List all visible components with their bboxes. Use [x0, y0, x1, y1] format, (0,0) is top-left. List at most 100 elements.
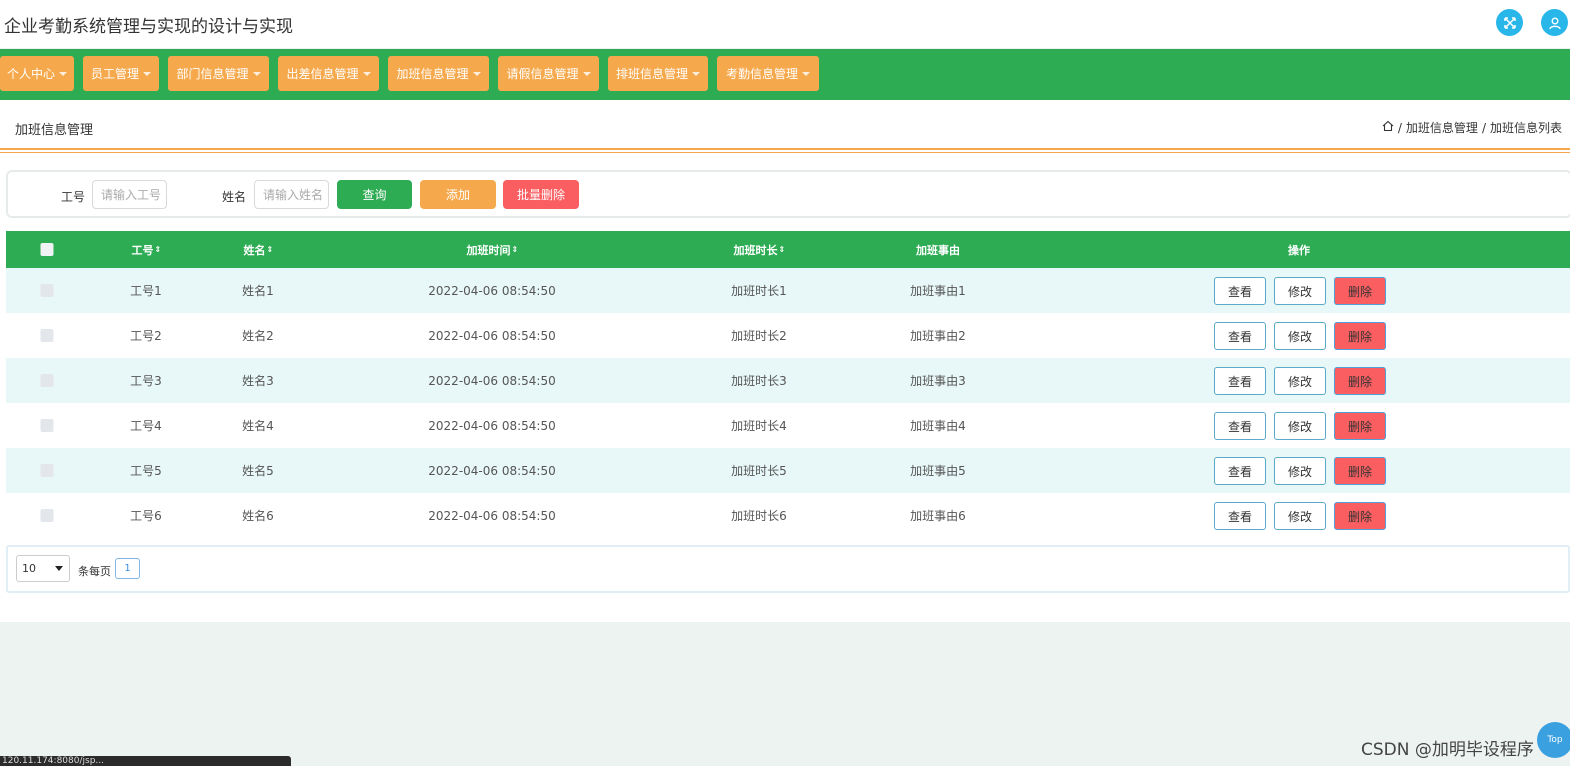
search-form: 工号 姓名 查询 添加 批量删除	[6, 170, 1570, 218]
cell-overtime-reason: 加班事由6	[910, 509, 966, 523]
delete-button[interactable]: 删除	[1334, 277, 1386, 305]
cell-overtime-reason: 加班事由1	[910, 284, 966, 298]
table-row: 工号6 姓名6 2022-04-06 08:54:50 加班时长6 加班事由6 …	[6, 493, 1570, 538]
col-overtime-duration[interactable]: 加班时长 ⇕	[734, 231, 786, 268]
cell-name: 姓名3	[242, 374, 274, 388]
cell-overtime-duration: 加班时长2	[731, 329, 787, 343]
nav-item-schedule-management[interactable]: 排班信息管理	[608, 56, 708, 91]
nav-item-label: 部门信息管理	[176, 67, 249, 81]
cell-employee-id: 工号2	[130, 329, 162, 343]
cell-employee-id: 工号6	[130, 509, 162, 523]
batch-delete-button[interactable]: 批量删除	[503, 180, 579, 209]
status-bar-url: 120.11.174:8080/jsp...	[0, 756, 291, 766]
col-name[interactable]: 姓名 ⇕	[244, 231, 274, 268]
cell-name: 姓名6	[242, 509, 274, 523]
nav-item-department-management[interactable]: 部门信息管理	[168, 56, 269, 91]
cell-overtime-duration: 加班时长5	[731, 464, 787, 478]
nav-item-attendance-management[interactable]: 考勤信息管理	[717, 56, 819, 91]
view-button[interactable]: 查看	[1214, 502, 1266, 530]
cell-overtime-reason: 加班事由5	[910, 464, 966, 478]
col-overtime-time[interactable]: 加班时间 ⇕	[466, 231, 519, 268]
table-row: 工号1 姓名1 2022-04-06 08:54:50 加班时长1 加班事由1 …	[6, 268, 1570, 313]
delete-button[interactable]: 删除	[1334, 502, 1386, 530]
row-checkbox[interactable]	[40, 358, 54, 403]
top-bar: 企业考勤系统管理与实现的设计与实现	[0, 0, 1570, 48]
cell-name: 姓名2	[242, 329, 274, 343]
watermark: CSDN @加明毕设程序	[1361, 740, 1534, 760]
page-size-value: 10	[22, 562, 36, 575]
per-page-label: 条每页	[78, 565, 111, 578]
delete-button[interactable]: 删除	[1334, 322, 1386, 350]
view-button[interactable]: 查看	[1214, 412, 1266, 440]
main-content: 加班信息管理 / 加班信息管理 / 加班信息列表 工号 姓名 查询 添加 批量删…	[0, 100, 1570, 622]
nav-item-employee-management[interactable]: 员工管理	[83, 56, 159, 91]
row-checkbox[interactable]	[40, 403, 54, 448]
delete-button[interactable]: 删除	[1334, 412, 1386, 440]
chevron-down-icon	[55, 566, 63, 571]
employee-id-label: 工号	[61, 190, 86, 204]
col-label: 加班时间	[466, 243, 511, 257]
edit-button[interactable]: 修改	[1274, 457, 1326, 485]
header-divider	[0, 152, 1570, 153]
sort-icon: ⇕	[511, 245, 519, 254]
name-input[interactable]	[254, 180, 329, 209]
cell-name: 姓名1	[242, 284, 274, 298]
cell-name: 姓名5	[242, 464, 274, 478]
fullscreen-icon[interactable]	[1496, 9, 1523, 36]
row-checkbox[interactable]	[40, 493, 54, 538]
edit-button[interactable]: 修改	[1274, 502, 1326, 530]
row-checkbox[interactable]	[40, 268, 54, 313]
main-nav: 个人中心 员工管理 部门信息管理 出差信息管理 加班信息管理 请假信息管理 排班…	[0, 49, 1570, 100]
table-row: 工号4 姓名4 2022-04-06 08:54:50 加班时长4 加班事由4 …	[6, 403, 1570, 448]
breadcrumb-level1[interactable]: 加班信息管理	[1406, 119, 1478, 136]
caret-down-icon	[362, 71, 371, 76]
employee-id-input[interactable]	[92, 180, 167, 209]
col-label: 工号	[131, 243, 154, 257]
view-button[interactable]: 查看	[1214, 277, 1266, 305]
cell-overtime-duration: 加班时长3	[731, 374, 787, 388]
nav-item-label: 加班信息管理	[396, 67, 469, 81]
edit-button[interactable]: 修改	[1274, 322, 1326, 350]
caret-down-icon	[472, 71, 481, 76]
nav-item-overtime-management[interactable]: 加班信息管理	[388, 56, 489, 91]
breadcrumb-level2: 加班信息列表	[1489, 121, 1562, 135]
home-icon[interactable]	[1382, 120, 1394, 135]
cell-overtime-time: 2022-04-06 08:54:50	[428, 283, 556, 298]
cell-overtime-duration: 加班时长6	[731, 509, 787, 523]
select-all-checkbox[interactable]	[40, 231, 54, 268]
col-employee-id[interactable]: 工号 ⇕	[131, 231, 162, 268]
user-icon[interactable]	[1541, 9, 1568, 36]
nav-item-label: 个人中心	[6, 67, 55, 81]
nav-item-leave-management[interactable]: 请假信息管理	[498, 56, 599, 91]
caret-down-icon	[802, 71, 810, 76]
cell-overtime-time: 2022-04-06 08:54:50	[428, 463, 556, 478]
nav-item-personal-center[interactable]: 个人中心	[0, 56, 74, 91]
nav-item-label: 排班信息管理	[615, 67, 688, 81]
page-number-button[interactable]: 1	[115, 558, 140, 579]
caret-down-icon	[582, 71, 591, 76]
page-size-select[interactable]: 10	[16, 555, 70, 582]
edit-button[interactable]: 修改	[1274, 277, 1326, 305]
table-header: 工号 ⇕ 姓名 ⇕ 加班时间 ⇕ 加班时长 ⇕ 加班事由 操作	[6, 231, 1570, 268]
table-row: 工号3 姓名3 2022-04-06 08:54:50 加班时长3 加班事由3 …	[6, 358, 1570, 403]
query-button[interactable]: 查询	[337, 180, 412, 209]
back-to-top-button[interactable]: Top	[1537, 722, 1570, 758]
view-button[interactable]: 查看	[1214, 457, 1266, 485]
delete-button[interactable]: 删除	[1334, 457, 1386, 485]
breadcrumb: / 加班信息管理 / 加班信息列表	[1382, 119, 1562, 136]
view-button[interactable]: 查看	[1214, 367, 1266, 395]
row-checkbox[interactable]	[40, 313, 54, 358]
col-label: 加班事由	[916, 243, 960, 257]
edit-button[interactable]: 修改	[1274, 367, 1326, 395]
delete-button[interactable]: 删除	[1334, 367, 1386, 395]
cell-overtime-time: 2022-04-06 08:54:50	[428, 418, 556, 433]
nav-item-business-trip-management[interactable]: 出差信息管理	[278, 56, 379, 91]
cell-overtime-duration: 加班时长4	[731, 419, 787, 433]
cell-name: 姓名4	[242, 419, 274, 433]
view-button[interactable]: 查看	[1214, 322, 1266, 350]
app-title: 企业考勤系统管理与实现的设计与实现	[4, 17, 293, 37]
add-button[interactable]: 添加	[420, 180, 496, 209]
col-actions: 操作	[1288, 231, 1310, 268]
edit-button[interactable]: 修改	[1274, 412, 1326, 440]
row-checkbox[interactable]	[40, 448, 54, 493]
